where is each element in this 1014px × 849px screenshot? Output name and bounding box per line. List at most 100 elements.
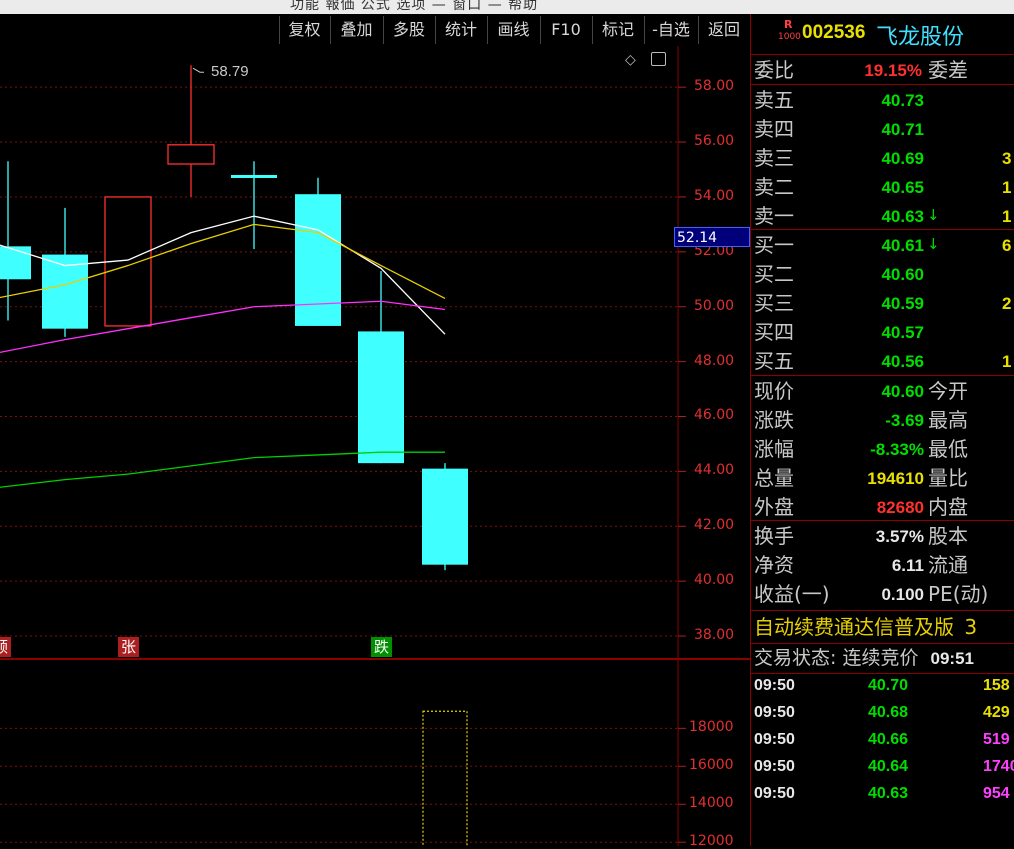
toolbar-button[interactable]: 返回 (698, 16, 749, 44)
price-tick-label: 50.00 (694, 297, 735, 314)
rong-badge-sub: 1000 (778, 32, 801, 42)
candle-body (0, 246, 31, 280)
volume-tick-label: 18000 (689, 719, 734, 736)
tick-price: 40.70 (868, 677, 909, 694)
order-level-price[interactable]: 40.71 (840, 120, 924, 140)
candle-body (167, 144, 215, 165)
toolbar-button[interactable]: 复权 (279, 16, 329, 44)
order-level-qty: 1 (1002, 207, 1012, 226)
order-level-qty: 6 (1002, 236, 1012, 255)
order-level-price[interactable]: 40.60 (840, 265, 924, 285)
candle (231, 161, 277, 250)
tick-volume: 954 (983, 785, 1010, 802)
quote-value: -3.69 (885, 411, 924, 430)
toolbar-button[interactable]: 多股 (383, 16, 434, 44)
order-level-qty: 1 (1002, 352, 1012, 371)
stock-header: R 1000 002536 飞龙股份 (752, 14, 1014, 54)
signal-marker: 张 (118, 637, 140, 657)
weibi-value: 19.15% (864, 61, 922, 80)
quote-label: 涨幅 (754, 437, 794, 461)
tick-price: 40.68 (868, 704, 909, 721)
promo-ticker-text[interactable]: 自动续费通达信普及版 (754, 615, 954, 639)
stock-code: 002536 (802, 22, 866, 43)
toolbar-button[interactable]: 统计 (435, 16, 486, 44)
quote-label: 总量 (754, 466, 794, 490)
price-tick-label: 42.00 (694, 517, 735, 534)
tick-time: 09:50 (754, 785, 795, 802)
stock-name[interactable]: 飞龙股份 (876, 19, 964, 51)
quote-value: 40.60 (881, 382, 924, 401)
toolbar-button[interactable]: -自选 (644, 16, 697, 44)
quote-label: 外盘 (754, 495, 794, 519)
order-level-label: 买四 (754, 320, 794, 344)
max-marker (192, 67, 204, 73)
tick-time: 09:50 (754, 704, 795, 721)
order-level-label: 卖一 (754, 204, 794, 228)
order-level-label: 买三 (754, 291, 794, 315)
price-tick-label: 56.00 (694, 133, 735, 150)
order-level-price[interactable]: 40.73 (840, 91, 924, 111)
candle (167, 65, 215, 197)
tick-volume: 158 (983, 677, 1010, 694)
tick-time: 09:50 (754, 758, 795, 775)
weibi-label: 委比 (754, 58, 794, 82)
volume-tick-label: 16000 (689, 757, 734, 774)
quote-value: 194610 (867, 469, 924, 488)
order-level-price[interactable]: 40.59 (840, 294, 924, 314)
quote-label-2: 最低 (928, 437, 968, 461)
separator (751, 84, 1014, 85)
quote-label-2: 最高 (928, 408, 968, 432)
tick-volume: 1740 (983, 758, 1014, 775)
order-level-label: 卖三 (754, 146, 794, 170)
order-level-qty: 2 (1002, 294, 1012, 313)
order-level-label: 卖四 (754, 117, 794, 141)
diamond-icon[interactable]: ◇ (625, 52, 636, 68)
volume-bar (422, 710, 468, 846)
price-tick-label: 40.00 (694, 572, 735, 589)
quote-value: -8.33% (870, 440, 924, 459)
order-level-label: 买一 (754, 233, 794, 257)
price-tick-label: 46.00 (694, 407, 735, 424)
quote-label-2: 量比 (928, 466, 968, 490)
tick-price: 40.63 (868, 785, 909, 802)
price-tick-label: 38.00 (694, 627, 735, 644)
promo-ticker[interactable]: 自动续费通达信普及版 3 (754, 613, 977, 641)
fund-label: 净资 (754, 553, 794, 577)
toolbar-button[interactable]: 画线 (487, 16, 539, 44)
toolbar-button[interactable]: F10 (540, 16, 591, 44)
order-level-label: 买二 (754, 262, 794, 286)
menu-bar-text[interactable]: 功能 報価 公式 选项 — 窗口 — 帮助 (290, 0, 538, 14)
volume-tick-label: 12000 (689, 833, 734, 849)
separator (751, 375, 1014, 376)
price-tick-label: 54.00 (694, 187, 735, 204)
fund-value: 0.100 (881, 585, 924, 604)
candle-body (231, 174, 277, 178)
volume-tick-label: 14000 (689, 795, 734, 812)
fund-label: 换手 (754, 524, 794, 548)
order-level-price[interactable]: 40.65 (840, 178, 924, 198)
candle (358, 271, 404, 464)
panel-toggle-icon[interactable] (651, 52, 666, 66)
separator (751, 229, 1014, 230)
toolbar-button[interactable]: 叠加 (330, 16, 382, 44)
quote-label: 涨跌 (754, 408, 794, 432)
candlestick-chart[interactable]: 58.79 (0, 46, 750, 660)
order-level-price[interactable]: 40.56 (840, 352, 924, 372)
order-level-price[interactable]: 40.69 (840, 149, 924, 169)
quote-label: 现价 (754, 379, 794, 403)
order-level-price[interactable]: 40.61 (840, 236, 924, 256)
candle-body (295, 194, 341, 326)
fund-label-2: PE(动) (928, 582, 989, 606)
order-level-price[interactable]: 40.63 (840, 207, 924, 227)
toolbar-button[interactable]: 标记 (592, 16, 643, 44)
promo-ticker-tail: 3 (964, 615, 978, 639)
volume-chart[interactable] (0, 660, 750, 846)
trade-status-row: 交易状态: 连续竞价 09:51 (754, 644, 974, 672)
signal-marker: 跌 (371, 637, 393, 657)
order-level-price[interactable]: 40.57 (840, 323, 924, 343)
candle (422, 463, 468, 571)
price-tick-label: 48.00 (694, 352, 735, 369)
menu-bar[interactable]: 功能 報価 公式 选项 — 窗口 — 帮助 (0, 0, 1014, 14)
tick-volume: 429 (983, 704, 1010, 721)
order-level-label: 卖二 (754, 175, 794, 199)
